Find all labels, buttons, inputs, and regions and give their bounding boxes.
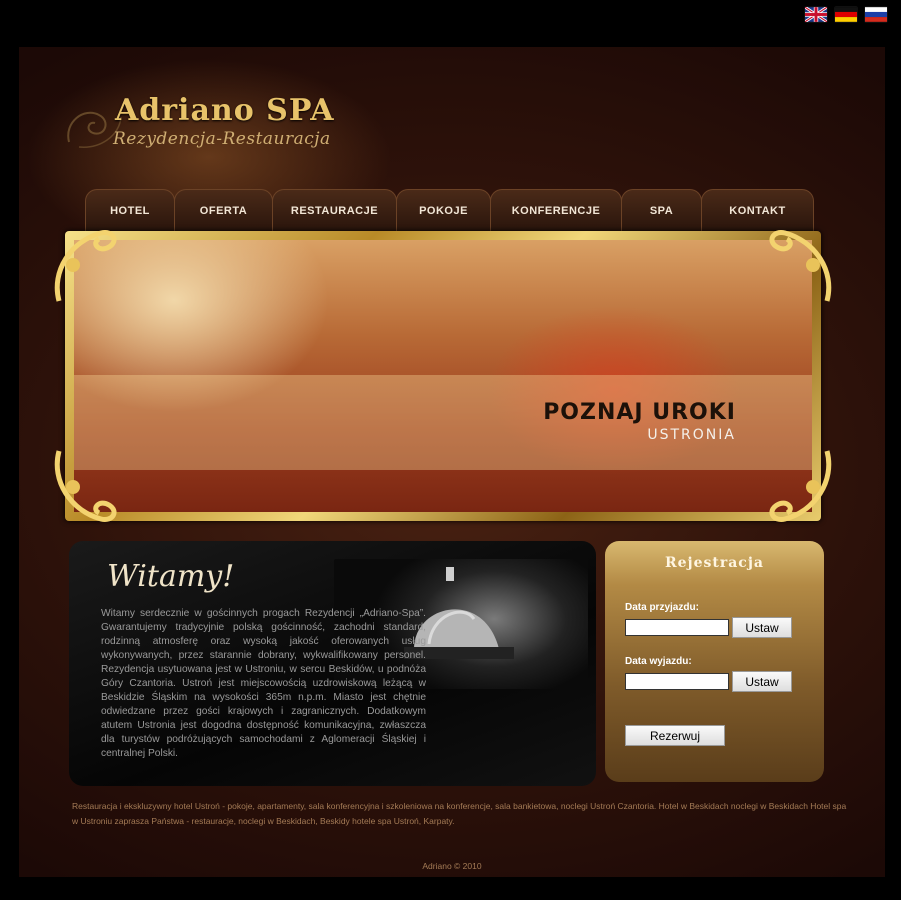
ornament-corner-icon [769, 450, 832, 522]
language-switcher [805, 7, 887, 22]
welcome-text: Witamy serdecznie w gościnnych progach R… [101, 608, 426, 759]
nav-item-oferta[interactable]: OFERTA [174, 189, 273, 231]
welcome-panel: Witamy! Witamy serdecznie w gościnnych p… [69, 541, 596, 786]
arrival-date-input[interactable] [625, 619, 729, 636]
ornament-corner-icon [54, 450, 117, 522]
english-flag-icon[interactable] [805, 7, 827, 22]
registration-panel: Rejestracja Data przyjazdu: Ustaw Data w… [605, 541, 824, 782]
page-container: Adriano SPA Rezydencja-Restauracja HOTEL… [19, 47, 885, 877]
reserve-button[interactable]: Rezerwuj [625, 725, 725, 746]
registration-title: Rejestracja [665, 555, 764, 571]
ornament-corner-icon [769, 230, 832, 302]
site-logo[interactable]: Adriano SPA Rezydencja-Restauracja [59, 87, 389, 167]
nav-item-spa[interactable]: SPA [621, 189, 702, 231]
russian-flag-icon[interactable] [865, 7, 887, 22]
ornament-corner-icon [54, 230, 117, 302]
set-arrival-date-button[interactable]: Ustaw [732, 617, 792, 638]
banner-subheadline: USTRONIA [647, 427, 736, 443]
copyright: Adriano © 2010 [422, 861, 482, 871]
banner-frame: POZNAJ UROKI USTRONIA [54, 230, 832, 522]
nav-item-restauracje[interactable]: RESTAURACJE [272, 189, 397, 231]
german-flag-icon[interactable] [835, 7, 857, 22]
logo-subtitle: Rezydencja-Restauracja [113, 129, 331, 149]
nav-item-pokoje[interactable]: POKOJE [396, 189, 491, 231]
set-departure-date-button[interactable]: Ustaw [732, 671, 792, 692]
nav-item-konferencje[interactable]: KONFERENCJE [490, 189, 622, 231]
footer-description: Restauracja i ekskluzywny hotel Ustroń -… [72, 801, 847, 826]
welcome-title: Witamy! [107, 559, 235, 594]
banner-image: POZNAJ UROKI USTRONIA [74, 240, 812, 512]
main-navigation: HOTEL OFERTA RESTAURACJE POKOJE KONFEREN… [85, 189, 814, 231]
banner-headline: POZNAJ UROKI [543, 400, 736, 425]
arrival-date-label: Data przyjazdu: [625, 602, 699, 613]
logo-title: Adriano SPA [115, 93, 335, 128]
departure-date-input[interactable] [625, 673, 729, 690]
departure-date-label: Data wyjazdu: [625, 656, 692, 667]
